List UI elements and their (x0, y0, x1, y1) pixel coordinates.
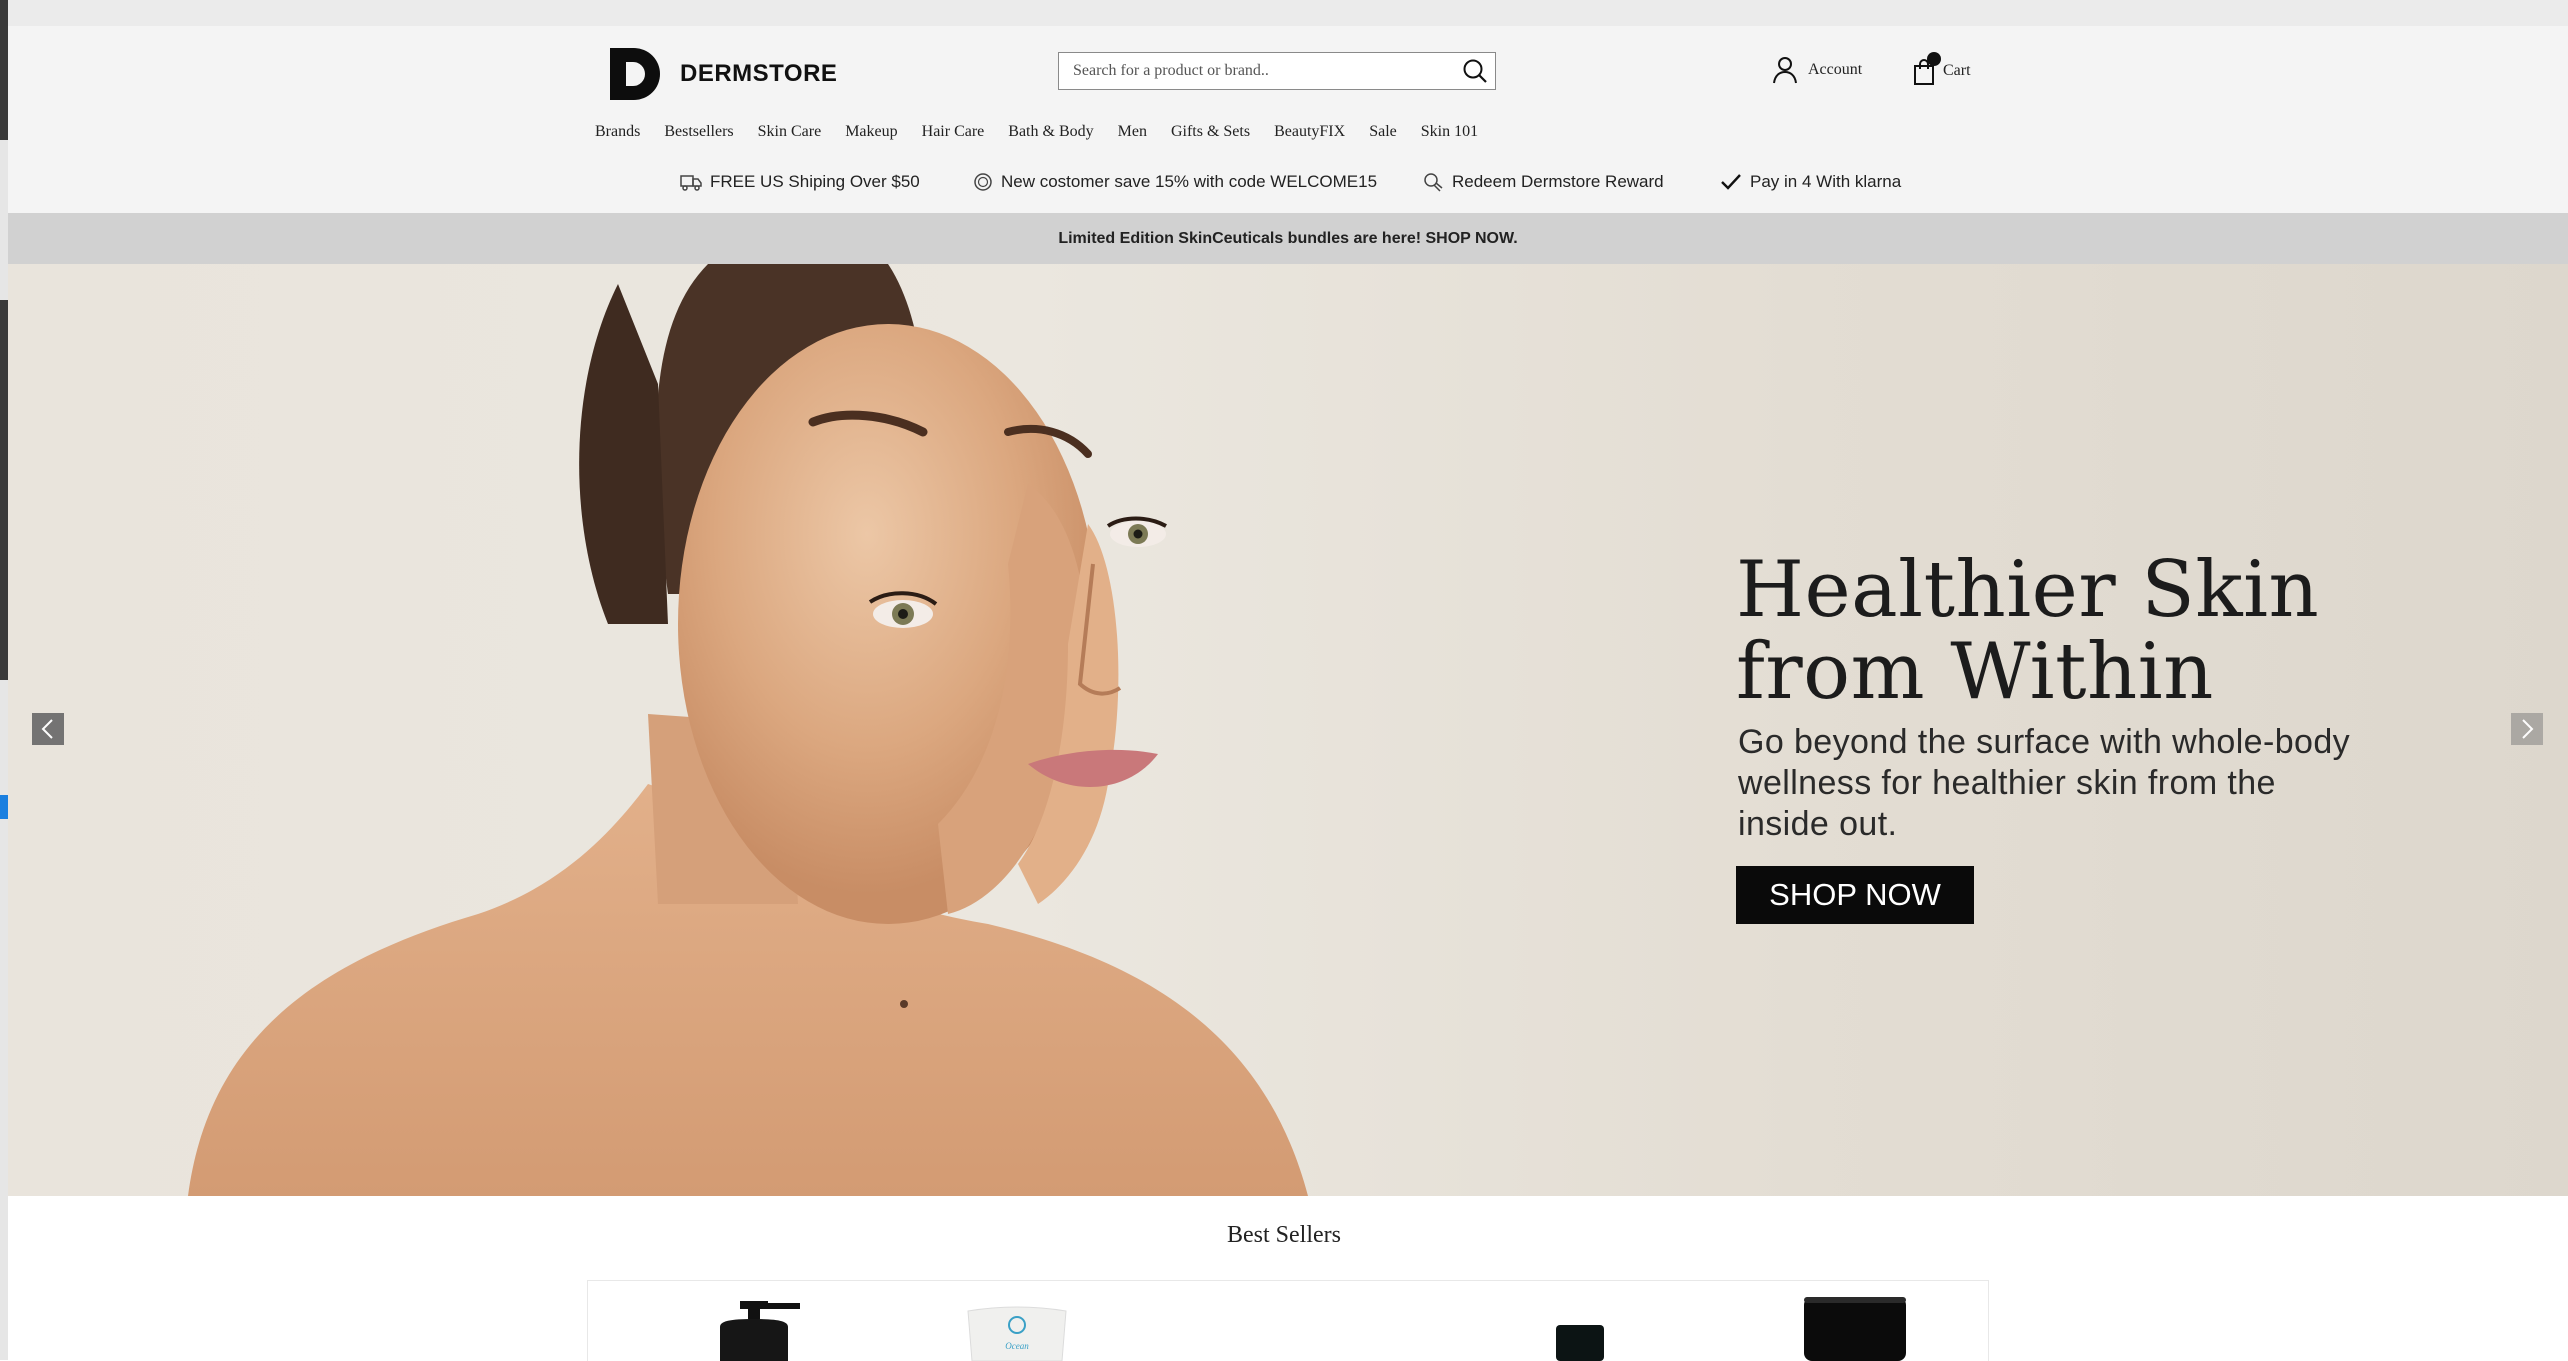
nav-item-bath-body[interactable]: Bath & Body (1008, 123, 1093, 141)
product-image[interactable] (1550, 1321, 1610, 1361)
best-sellers-heading: Best Sellers (1227, 1222, 1341, 1248)
account-link[interactable]: Account (1772, 56, 1862, 84)
promo-banner[interactable]: Limited Edition SkinCeuticals bundles ar… (8, 213, 2568, 264)
main-nav: Brands Bestsellers Skin Care Makeup Hair… (595, 123, 1502, 141)
chevron-left-icon (41, 719, 53, 739)
benefit-rewards[interactable]: Redeem Dermstore Reward (1422, 172, 1664, 192)
shop-now-button[interactable]: SHOP NOW (1736, 866, 1974, 924)
carousel-next-button[interactable] (2511, 713, 2543, 745)
cart-count-badge (1927, 52, 1941, 66)
benefit-new-customer[interactable]: New costomer save 15% with code WELCOME1… (973, 172, 1377, 192)
truck-icon (680, 175, 702, 191)
nav-item-gifts-sets[interactable]: Gifts & Sets (1171, 123, 1250, 141)
benefit-free-shipping[interactable]: FREE US Shiping Over $50 (680, 172, 920, 192)
browser-top-strip (0, 0, 2568, 26)
user-icon (1773, 57, 1797, 84)
nav-item-hair-care[interactable]: Hair Care (922, 123, 985, 141)
reward-icon (1424, 173, 1443, 192)
nav-item-skin-care[interactable]: Skin Care (758, 123, 822, 141)
benefit-label: FREE US Shiping Over $50 (710, 172, 920, 191)
product-image[interactable] (700, 1297, 810, 1361)
brand-name: DERMSTORE (680, 60, 838, 87)
nav-item-brands[interactable]: Brands (595, 123, 640, 141)
check-icon (1721, 174, 1741, 190)
dermstore-logo-icon (610, 48, 660, 100)
search-input[interactable] (1059, 54, 1455, 88)
cart-link[interactable]: Cart (1913, 52, 1971, 86)
cart-icon-wrapper (1913, 52, 1941, 86)
benefit-label: New costomer save 15% with code WELCOME1… (1001, 172, 1378, 191)
logo[interactable]: DERMSTORE (608, 46, 837, 102)
site-header: DERMSTORE Account Cart Brands Bestse (8, 26, 2568, 160)
search-button[interactable] (1455, 53, 1495, 89)
search-bar (1058, 52, 1496, 90)
nav-item-sale[interactable]: Sale (1369, 123, 1397, 141)
nav-item-makeup[interactable]: Makeup (845, 123, 897, 141)
hero-carousel: Healthier Skin from Within Go beyond the… (8, 264, 2568, 1196)
hero-title: Healthier Skin from Within (1736, 545, 2320, 717)
carousel-prev-button[interactable] (32, 713, 64, 745)
nav-item-bestsellers[interactable]: Bestsellers (664, 123, 733, 141)
account-label: Account (1808, 61, 1863, 78)
product-image[interactable] (1800, 1297, 1910, 1361)
chevron-right-icon (2522, 719, 2534, 739)
benefits-bar: FREE US Shiping Over $50 New costomer sa… (8, 158, 2568, 214)
nav-item-men[interactable]: Men (1118, 123, 1147, 141)
benefit-klarna[interactable]: Pay in 4 With klarna (1720, 172, 1901, 192)
benefit-label: Pay in 4 With klarna (1750, 172, 1902, 191)
svg-text:Ocean: Ocean (1005, 1341, 1029, 1351)
search-icon (1463, 59, 1487, 83)
best-sellers-carousel: Ocean (587, 1280, 1989, 1361)
nav-item-skin-101[interactable]: Skin 101 (1421, 123, 1478, 141)
product-image[interactable]: Ocean (962, 1305, 1072, 1361)
benefit-label: Redeem Dermstore Reward (1452, 172, 1664, 191)
window-left-edge (0, 0, 8, 1360)
cart-label: Cart (1943, 62, 1971, 79)
hero-model-image (188, 264, 1308, 1196)
hero-subtitle: Go beyond the surface with whole-body we… (1738, 723, 2351, 843)
nav-item-beautyfix[interactable]: BeautyFIX (1274, 123, 1345, 141)
badge-icon (974, 173, 992, 191)
